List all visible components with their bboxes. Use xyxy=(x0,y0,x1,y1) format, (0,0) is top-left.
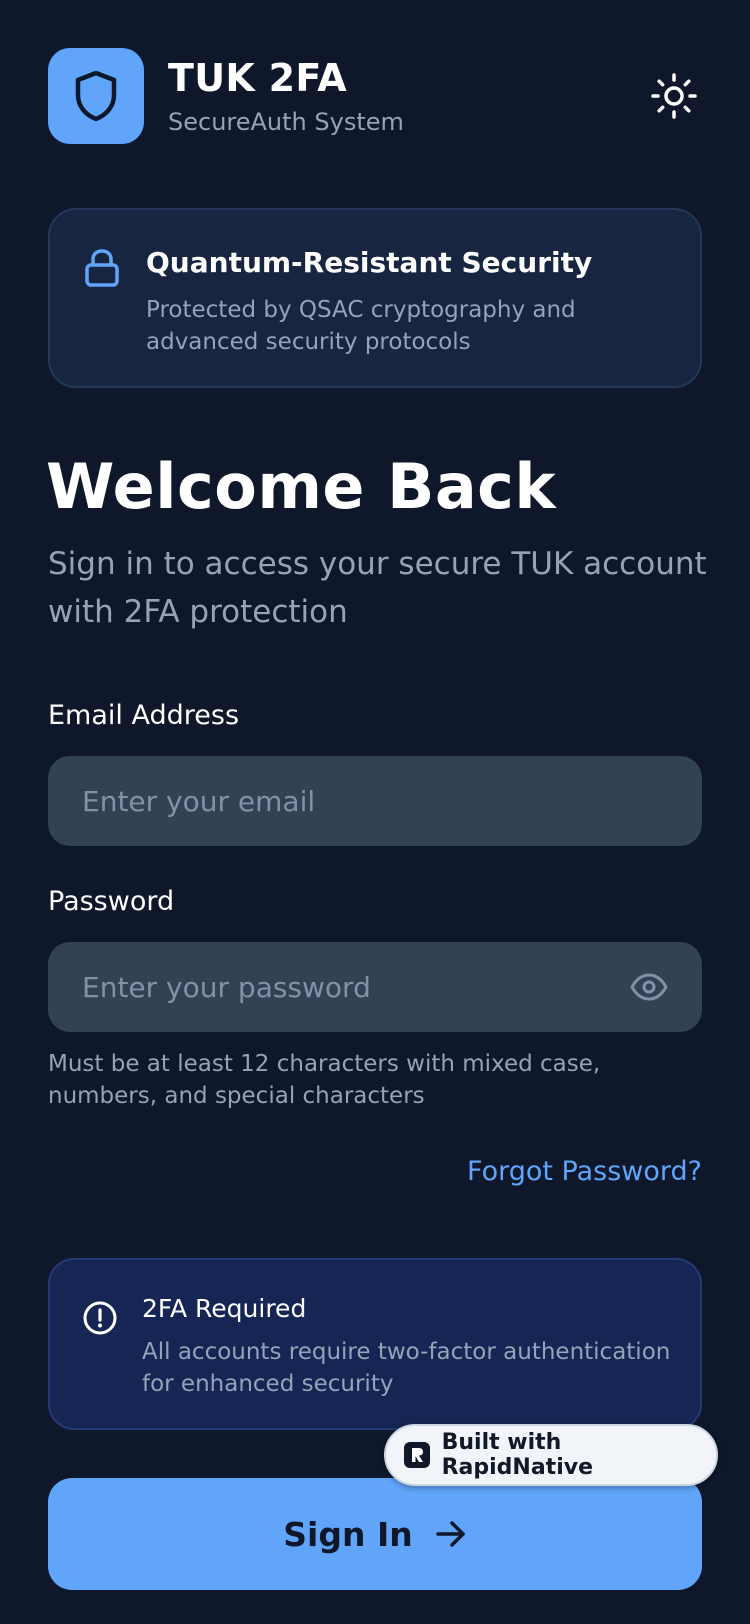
alert-circle-icon xyxy=(83,1301,117,1335)
sun-icon xyxy=(651,73,697,119)
shield-icon xyxy=(75,70,117,122)
tfa-notice-title: 2FA Required xyxy=(142,1294,307,1323)
password-field[interactable] xyxy=(82,942,622,1032)
email-field[interactable] xyxy=(82,756,622,846)
app-subtitle: SecureAuth System xyxy=(168,108,404,136)
password-hint: Must be at least 12 characters with mixe… xyxy=(48,1051,601,1109)
sign-in-button[interactable]: Sign In xyxy=(48,1478,702,1590)
app-header: TUK 2FA SecureAuth System xyxy=(48,48,702,144)
password-label: Password xyxy=(48,886,175,917)
security-card-text: Protected by QSAC cryptography and advan… xyxy=(146,297,576,355)
page-subtitle: Sign in to access your secure TUK accoun… xyxy=(48,546,707,630)
app-title: TUK 2FA xyxy=(168,56,348,100)
email-label: Email Address xyxy=(48,700,240,731)
rapidnative-badge[interactable]: Built with RapidNative xyxy=(384,1424,718,1486)
tfa-notice-text: All accounts require two-factor authenti… xyxy=(142,1339,671,1397)
page-title: Welcome Back xyxy=(46,450,557,523)
forgot-password-link[interactable]: Forgot Password? xyxy=(467,1156,702,1187)
security-info-card: Quantum-Resistant Security Protected by … xyxy=(48,208,702,388)
lock-icon xyxy=(85,249,119,287)
security-card-title: Quantum-Resistant Security xyxy=(146,246,593,279)
sign-in-label: Sign In xyxy=(283,1514,413,1554)
tfa-notice-card: 2FA Required All accounts require two-fa… xyxy=(48,1258,702,1430)
arrow-right-icon xyxy=(435,1521,465,1547)
rapidnative-logo-icon xyxy=(404,1442,430,1468)
badge-label: Built with RapidNative xyxy=(441,1430,593,1480)
password-field-container xyxy=(48,942,702,1032)
theme-toggle-button[interactable] xyxy=(646,68,702,124)
login-screen: TUK 2FA SecureAuth System Quantum-Resist… xyxy=(0,0,750,1624)
app-logo xyxy=(48,48,144,144)
eye-icon[interactable] xyxy=(630,968,668,1006)
email-field-container xyxy=(48,756,702,846)
